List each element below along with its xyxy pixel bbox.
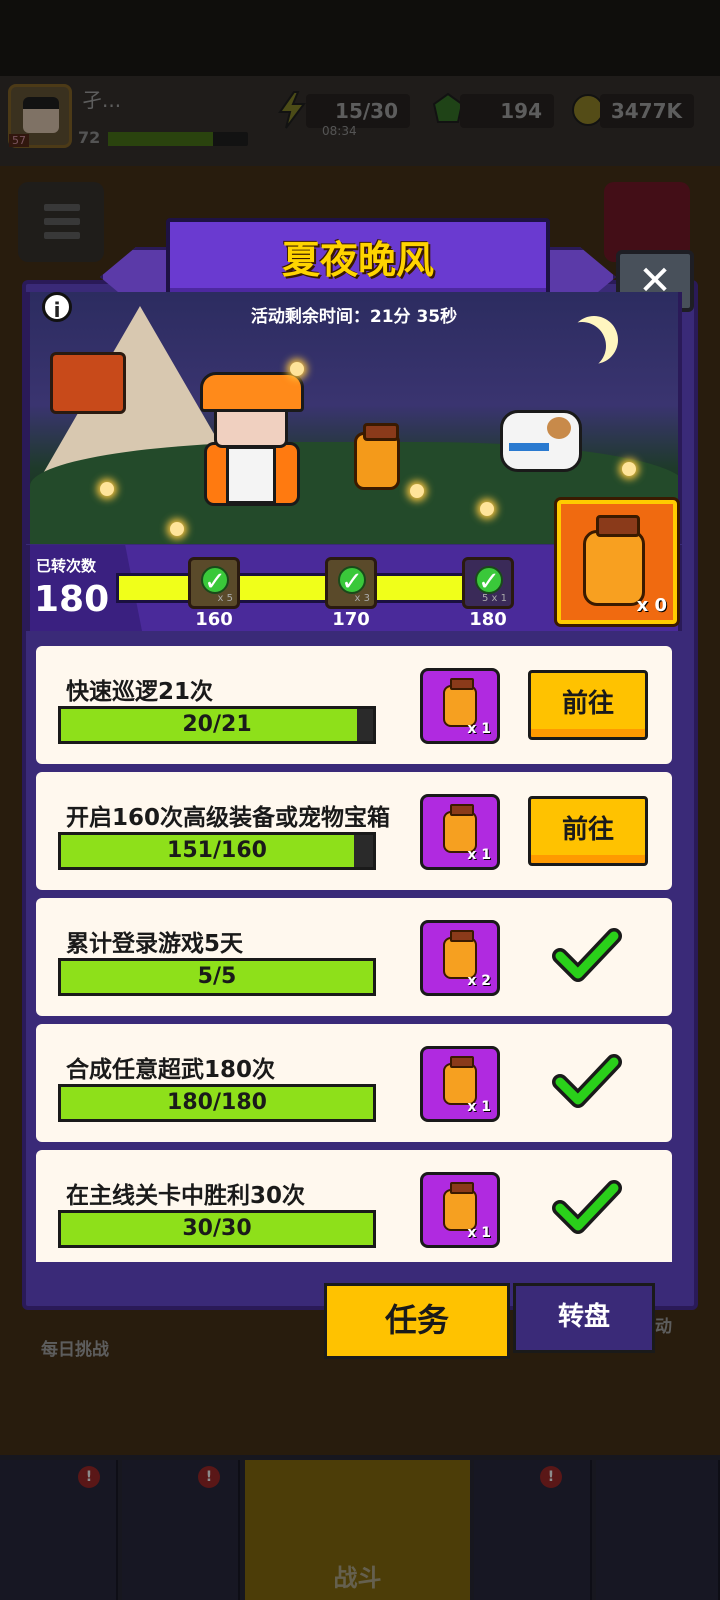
reward-quantity: x 1 (467, 721, 491, 737)
jar-count: x 0 (636, 595, 667, 616)
task-progress-bar: 180/180 (58, 1084, 376, 1122)
task-list[interactable]: 快速巡逻21次 20/21 x 1 前往 开启160次高级装备或宠物宝箱 151… (26, 636, 682, 1262)
character-hat (200, 372, 304, 412)
player-character (196, 372, 306, 510)
spin-progress-fill (119, 576, 511, 600)
milestone-multiplier: 5 x 1 (482, 593, 507, 604)
task-reward[interactable]: x 1 (420, 1172, 500, 1248)
milestone-multiplier: x 5 (217, 593, 233, 604)
task-reward[interactable]: x 1 (420, 794, 500, 870)
firefly (622, 462, 636, 476)
task-row: 累计登录游戏5天 5/5 x 2 (36, 898, 672, 1016)
firefly (100, 482, 114, 496)
task-row: 开启160次高级装备或宠物宝箱 151/160 x 1 前往 (36, 772, 672, 890)
milestone-label: 160 (195, 609, 233, 630)
completed-check-icon (552, 1180, 622, 1234)
go-button[interactable]: 前往 (528, 670, 648, 740)
task-progress-bar: 20/21 (58, 706, 376, 744)
task-row: 快速巡逻21次 20/21 x 1 前往 (36, 646, 672, 764)
firefly-jar-counter[interactable]: x 0 (557, 500, 677, 624)
spin-progress-track (116, 573, 514, 603)
task-name: 合成任意超武180次 (66, 1057, 276, 1083)
character-shirt (226, 446, 276, 504)
tent-flap (50, 352, 126, 414)
completed-check-icon (552, 1054, 622, 1108)
task-progress-text: 30/30 (182, 1216, 252, 1241)
check-icon: ✓ (338, 566, 366, 596)
tab-task[interactable]: 任务 (324, 1283, 510, 1359)
task-progress-bar: 5/5 (58, 958, 376, 996)
task-row: 在主线关卡中胜利30次 30/30 x 1 (36, 1150, 672, 1262)
info-icon[interactable]: i (42, 292, 72, 322)
moon-icon (558, 322, 606, 370)
task-name: 在主线关卡中胜利30次 (66, 1183, 306, 1209)
spin-count-value: 180 (34, 579, 110, 620)
milestone-label: 170 (332, 609, 370, 630)
task-progress-text: 5/5 (197, 964, 237, 989)
task-row: 合成任意超武180次 180/180 x 1 (36, 1024, 672, 1142)
task-reward[interactable]: x 1 (420, 668, 500, 744)
milestone-reward-170[interactable]: ✓ x 3 (325, 557, 377, 609)
task-progress-bar: 151/160 (58, 832, 376, 870)
popup-title: 夏夜晚风 (281, 238, 434, 282)
task-name: 累计登录游戏5天 (66, 931, 244, 957)
check-icon: ✓ (475, 566, 503, 596)
spin-count-label: 已转次数 (36, 557, 97, 575)
reward-quantity: x 1 (467, 1225, 491, 1241)
reward-quantity: x 2 (467, 973, 491, 989)
task-progress-bar: 30/30 (58, 1210, 376, 1248)
title-banner: 夏夜晚风 (166, 218, 550, 302)
task-reward[interactable]: x 1 (420, 1046, 500, 1122)
dog-illustration (500, 410, 582, 472)
milestone-reward-180[interactable]: ✓ 5 x 1 (462, 557, 514, 609)
task-progress-text: 151/160 (167, 838, 267, 863)
go-button[interactable]: 前往 (528, 796, 648, 866)
completed-check-icon (552, 928, 622, 982)
task-progress-text: 180/180 (167, 1090, 267, 1115)
firefly (170, 522, 184, 536)
event-timer: 活动剩余时间：21分 35秒 (250, 307, 458, 327)
milestone-multiplier: x 3 (354, 593, 370, 604)
milestone-label: 180 (469, 609, 507, 630)
dog-collar (509, 443, 549, 451)
firefly-jar-illustration (354, 423, 400, 490)
reward-quantity: x 1 (467, 1099, 491, 1115)
task-progress-text: 20/21 (182, 712, 252, 737)
tab-wheel[interactable]: 转盘 (513, 1283, 655, 1353)
check-icon: ✓ (201, 566, 229, 596)
dog-spot (547, 417, 571, 439)
reward-quantity: x 1 (467, 847, 491, 863)
firefly (480, 502, 494, 516)
milestone-reward-160[interactable]: ✓ x 5 (188, 557, 240, 609)
firefly (410, 484, 424, 498)
task-reward[interactable]: x 2 (420, 920, 500, 996)
firefly (290, 362, 304, 376)
task-name: 开启160次高级装备或宠物宝箱 (66, 805, 391, 831)
task-name: 快速巡逻21次 (66, 679, 214, 705)
